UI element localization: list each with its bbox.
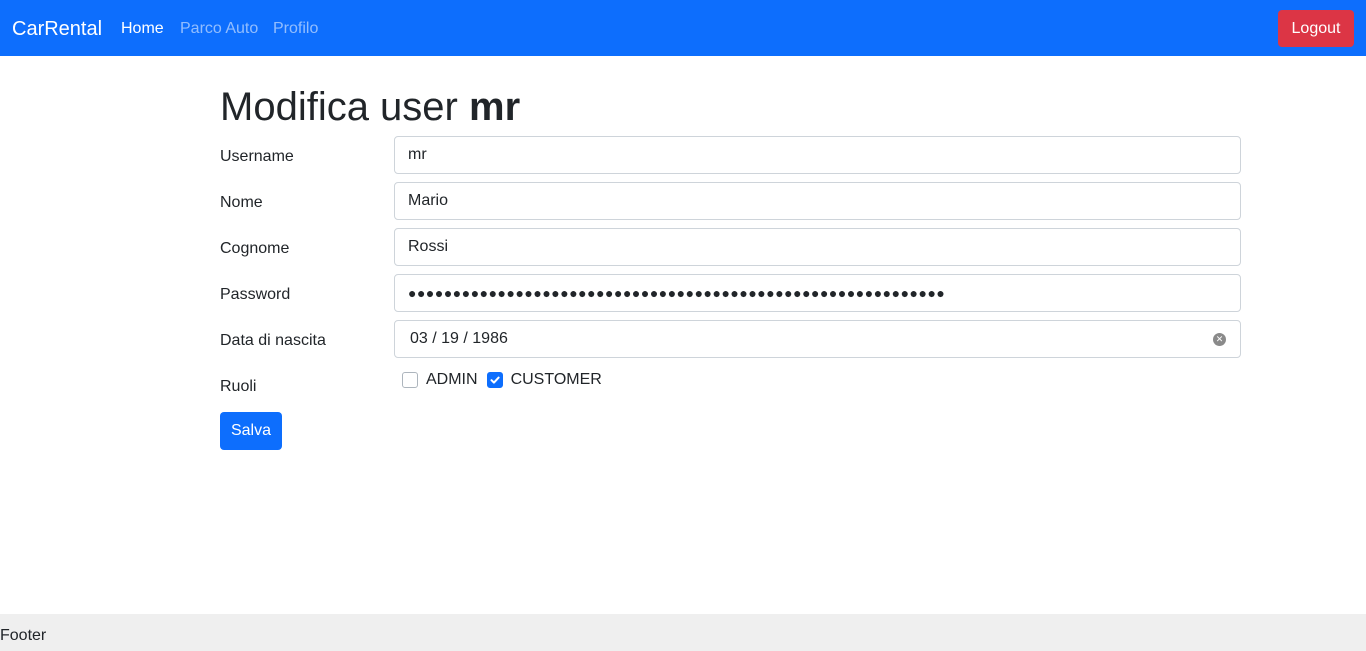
nome-value: Mario: [408, 192, 449, 209]
page-title-prefix: Modifica user: [220, 85, 458, 129]
data-nascita-value: 03 / 19 / 1986: [410, 330, 508, 347]
logout-button[interactable]: Logout: [1278, 10, 1354, 47]
password-value: ●●●●●●●●●●●●●●●●●●●●●●●●●●●●●●●●●●●●●●●●…: [408, 285, 946, 301]
footer-text: Footer: [0, 627, 47, 644]
nav-link-home[interactable]: Home: [121, 18, 164, 40]
page-title-username: mr: [469, 85, 521, 129]
brand-logo[interactable]: CarRental: [12, 16, 102, 42]
ruoli-checkbox-group: ADMIN CUSTOMER: [402, 370, 602, 390]
nav-link-parco-auto[interactable]: Parco Auto: [180, 18, 258, 40]
nome-input[interactable]: Mario: [394, 182, 1241, 220]
customer-checkbox-label[interactable]: CUSTOMER: [511, 370, 602, 390]
username-input[interactable]: mr: [394, 136, 1241, 174]
admin-checkbox[interactable]: [402, 372, 418, 388]
data-nascita-label: Data di nascita: [220, 332, 326, 349]
cognome-label: Cognome: [220, 240, 290, 257]
checkmark-icon: [490, 376, 500, 384]
ruoli-label: Ruoli: [220, 378, 257, 395]
admin-checkbox-label[interactable]: ADMIN: [426, 370, 478, 390]
password-label: Password: [220, 286, 291, 303]
cognome-value: Rossi: [408, 238, 449, 255]
nav-link-profilo[interactable]: Profilo: [273, 18, 318, 40]
page-title: Modifica user mr: [220, 83, 520, 131]
navbar: CarRental Home Parco Auto Profilo Logout: [0, 0, 1366, 56]
username-label: Username: [220, 148, 294, 165]
username-value: mr: [408, 146, 427, 163]
customer-checkbox[interactable]: [486, 372, 503, 388]
clear-icon[interactable]: ✕: [1213, 333, 1226, 346]
nome-label: Nome: [220, 194, 263, 211]
footer: Footer: [0, 614, 1366, 651]
cognome-input[interactable]: Rossi: [394, 228, 1241, 266]
data-nascita-input[interactable]: 03 / 19 / 1986 ✕: [394, 320, 1241, 358]
password-input[interactable]: ●●●●●●●●●●●●●●●●●●●●●●●●●●●●●●●●●●●●●●●●…: [394, 274, 1241, 312]
save-button[interactable]: Salva: [220, 412, 282, 450]
